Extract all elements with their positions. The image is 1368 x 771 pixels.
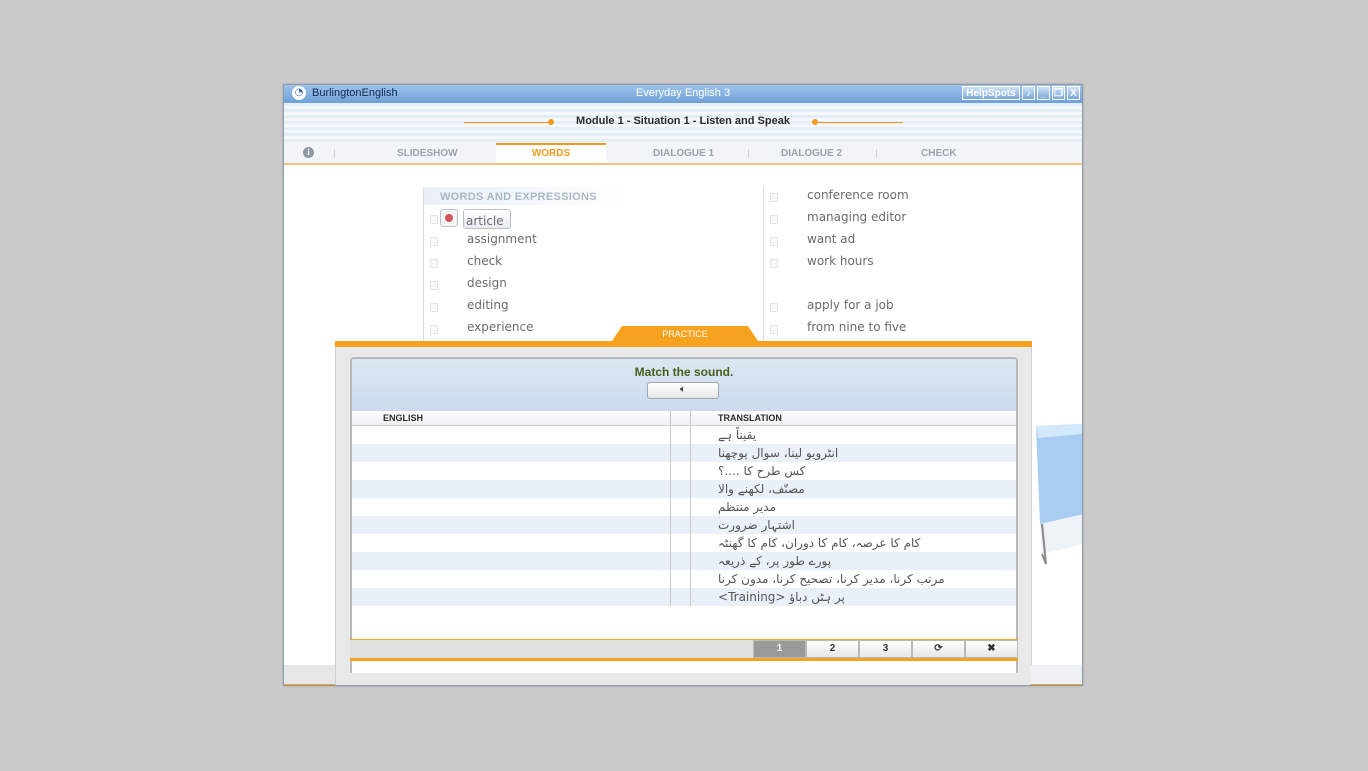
info-icon[interactable]: i [303, 147, 314, 158]
table-row[interactable]: یقیناً ہے [352, 426, 1016, 444]
word-checkbox[interactable] [430, 215, 438, 224]
close-icon[interactable]: ✖ [965, 640, 1018, 658]
table-row[interactable]: کام کا عرصہ، کام کا دوران، کام کا گھنٹہ [352, 534, 1016, 552]
translation-cell: پر ہٹں دباؤ <Training> [718, 590, 845, 604]
sound-icon[interactable]: ♪ [1022, 86, 1035, 100]
tab-dialogue-2[interactable]: DIALOGUE 2 [781, 148, 842, 159]
bottom-strip-left [284, 665, 335, 685]
table-row[interactable]: مصنّف، لکھنے والا [352, 480, 1016, 498]
translation-cell: مدیر منتظم [718, 500, 777, 514]
section-tabs: i SLIDESHOW WORDS DIALOGUE 1 DIALOGUE 2 … [284, 143, 1082, 165]
refresh-icon[interactable]: ⟳ [912, 640, 965, 658]
translation-rows: یقیناً ہے انٹرویو لینا، سوال پوچھنا کس ط… [352, 426, 1016, 606]
word-item[interactable]: managing editor [807, 210, 906, 224]
practice-panel: Match the sound. 🔈︎ ENGLISH TRANSLATION … [335, 347, 1032, 685]
word-item[interactable]: assignment [467, 232, 537, 246]
word-item[interactable]: conference room [807, 188, 909, 202]
word-item[interactable]: editing [467, 298, 509, 312]
word-item[interactable]: apply for a job [807, 298, 894, 312]
record-icon [445, 214, 453, 222]
speaker-icon: 🔈︎ [680, 384, 686, 395]
column-translation: TRANSLATION [718, 413, 782, 423]
translation-cell: پورے طور پر، کے ذریعہ [718, 554, 832, 568]
tab-words[interactable]: WORDS [496, 143, 606, 163]
bottom-strip-right [1031, 665, 1082, 685]
words-list-right: conference room managing editor want ad … [763, 187, 1024, 345]
translation-cell: یقیناً ہے [718, 428, 757, 442]
table-header: ENGLISH TRANSLATION [352, 411, 1016, 426]
minimize-icon[interactable]: _ [1037, 86, 1050, 100]
word-item[interactable]: from nine to five [807, 320, 906, 334]
exercise-footer: 1 2 3 ⟳ ✖ [350, 639, 1018, 661]
module-title: Module 1 - Situation 1 - Listen and Spea… [576, 115, 790, 127]
restore-icon[interactable]: ❐ [1052, 86, 1065, 100]
column-divider [690, 411, 691, 606]
close-icon[interactable]: X [1067, 86, 1080, 100]
helpspots-button[interactable]: HelpSpots [962, 86, 1020, 100]
word-item[interactable]: experience [467, 320, 534, 334]
record-button[interactable] [440, 209, 458, 227]
page-1-button[interactable]: 1 [753, 640, 806, 658]
tab-slideshow[interactable]: SLIDESHOW [397, 148, 458, 159]
chair-decoration-icon [1036, 424, 1082, 564]
translation-cell: کام کا عرصہ، کام کا دوران، کام کا گھنٹہ [718, 536, 921, 550]
table-row[interactable]: انٹرویو لینا، سوال پوچھنا [352, 444, 1016, 462]
instruction-area: Match the sound. 🔈︎ [352, 359, 1016, 411]
translation-cell: انٹرویو لینا، سوال پوچھنا [718, 446, 839, 460]
table-row[interactable]: مرتب کرنا، مدیر کرنا، تصحیح کرنا، مدون ک… [352, 570, 1016, 588]
column-divider [670, 411, 671, 606]
translation-cell: کس طرح کا ....؟ [718, 464, 806, 478]
word-item[interactable]: design [467, 276, 507, 290]
exercise-area: Match the sound. 🔈︎ ENGLISH TRANSLATION … [350, 357, 1018, 673]
word-item[interactable]: check [467, 254, 502, 268]
tab-check[interactable]: CHECK [921, 148, 957, 159]
page-3-button[interactable]: 3 [859, 640, 912, 658]
word-item[interactable]: want ad [807, 232, 855, 246]
words-heading: WORDS AND EXPRESSIONS [440, 191, 597, 203]
module-bar: Module 1 - Situation 1 - Listen and Spea… [284, 103, 1082, 143]
word-item[interactable]: work hours [807, 254, 874, 268]
play-sound-button[interactable]: 🔈︎ [647, 382, 719, 399]
table-row[interactable]: مدیر منتظم [352, 498, 1016, 516]
column-english: ENGLISH [383, 413, 424, 423]
table-row[interactable]: پورے طور پر، کے ذریعہ [352, 552, 1016, 570]
translation-cell: مرتب کرنا، مدیر کرنا، تصحیح کرنا، مدون ک… [718, 572, 945, 586]
title-bar: ◔ BurlingtonEnglish Everyday English 3 H… [284, 85, 1082, 103]
instruction-text: Match the sound. [634, 365, 734, 379]
word-item-selected[interactable]: article [463, 209, 511, 229]
words-list-left: WORDS AND EXPRESSIONS article assignment… [423, 187, 764, 345]
table-row[interactable]: کس طرح کا ....؟ [352, 462, 1016, 480]
translation-cell: اشتہار ضرورت [718, 518, 796, 532]
page-2-button[interactable]: 2 [806, 640, 859, 658]
translation-cell: مصنّف، لکھنے والا [718, 482, 805, 496]
table-row[interactable]: پر ہٹں دباؤ <Training> [352, 588, 1016, 606]
table-row[interactable]: اشتہار ضرورت [352, 516, 1016, 534]
app-window: ◔ BurlingtonEnglish Everyday English 3 H… [283, 84, 1083, 686]
tab-dialogue-1[interactable]: DIALOGUE 1 [653, 148, 714, 159]
